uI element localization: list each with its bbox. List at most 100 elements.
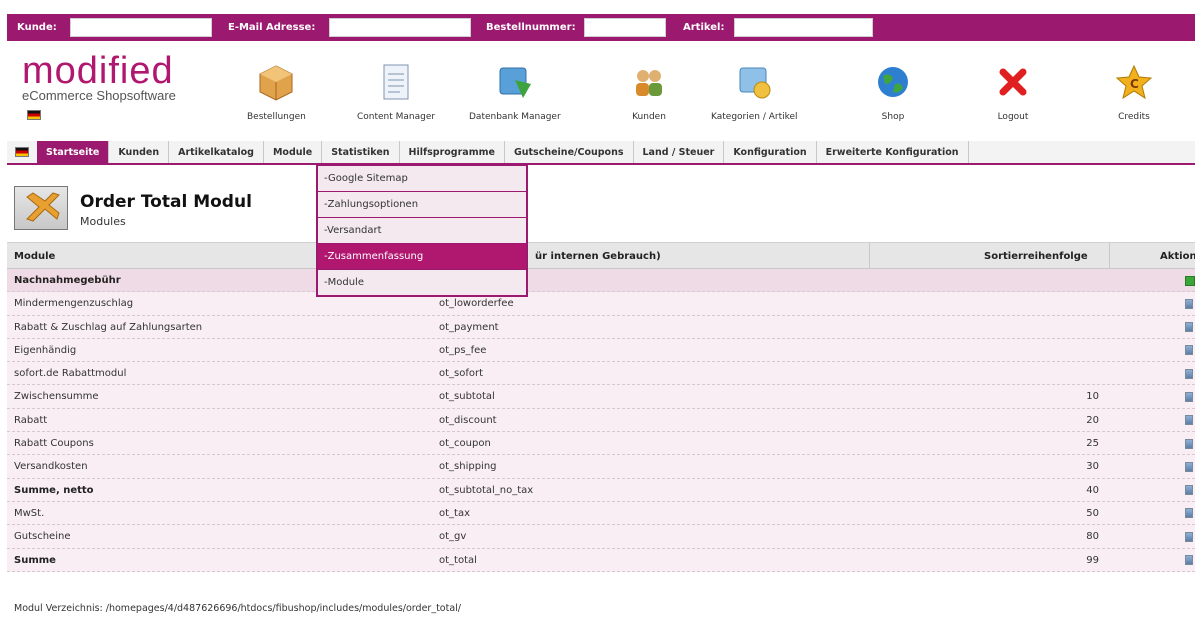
header-item-categories[interactable]: Kategorien / Artikel (711, 60, 798, 122)
email-search-input[interactable] (329, 18, 471, 37)
star-icon: C (1112, 60, 1156, 104)
german-flag-icon[interactable] (27, 110, 41, 120)
module-dropdown-menu: -Google Sitemap -Zahlungsoptionen -Versa… (316, 165, 528, 297)
module-title: Versandkosten (14, 461, 88, 473)
module-sort-order: 40 (1086, 484, 1099, 496)
header-item-database-manager[interactable]: Datenbank Manager (469, 60, 561, 122)
module-title: Rabatt Coupons (14, 438, 94, 450)
module-title: Nachnahmegebühr (14, 275, 121, 286)
edit-icon[interactable] (1185, 455, 1195, 478)
menu-item-payment-options[interactable]: -Zahlungsoptionen (317, 191, 527, 218)
table-row[interactable]: Versandkosten ot_shipping 30 (7, 455, 1195, 479)
table-row[interactable]: Zwischensumme ot_subtotal 10 (7, 385, 1195, 409)
menu-item-modules[interactable]: -Module (317, 269, 527, 296)
column-header-module[interactable]: Module (14, 243, 55, 269)
module-title: Summe (14, 554, 56, 566)
module-code: ot_ps_fee (439, 344, 487, 356)
header-item-label: Content Manager (357, 112, 436, 122)
email-label: E-Mail Adresse: (228, 22, 316, 33)
module-sort-order (1057, 316, 1099, 339)
edit-icon[interactable] (1185, 385, 1195, 408)
module-title: Zwischensumme (14, 391, 99, 403)
module-code: ot_sofort (439, 368, 484, 380)
nav-item-statistiken[interactable]: Statistiken (322, 141, 400, 163)
module-sort-order (1057, 339, 1099, 362)
table-header: Module ür internen Gebrauch) Sortierreih… (7, 242, 1195, 269)
table-row[interactable]: Eigenhändig ot_ps_fee (7, 338, 1195, 363)
edit-icon[interactable] (1185, 409, 1195, 432)
nav-item-module[interactable]: Module (264, 141, 323, 163)
logo[interactable]: modified eCommerce Shopsoftware (22, 52, 176, 120)
column-divider (1109, 243, 1110, 269)
edit-icon[interactable] (1185, 479, 1195, 502)
close-icon (991, 60, 1035, 104)
header-item-label: Kunden (632, 112, 666, 122)
header-item-credits[interactable]: C Credits (1112, 60, 1156, 122)
edit-icon[interactable] (1185, 525, 1195, 548)
table-row[interactable]: Rabatt Coupons ot_coupon 25 (7, 432, 1195, 456)
module-sort-order (1057, 292, 1099, 315)
table-row[interactable]: sofort.de Rabattmodul ot_sofort (7, 362, 1195, 386)
table-row[interactable]: Mindermengenzuschlag ot_loworderfee (7, 292, 1195, 316)
nav-item-artikelkatalog[interactable]: Artikelkatalog (169, 141, 264, 163)
nav-item-startseite[interactable]: Startseite (37, 141, 110, 163)
menu-item-order-total[interactable]: -Zusammenfassung (317, 243, 527, 270)
document-icon (374, 60, 418, 104)
edit-icon[interactable] (1185, 432, 1195, 455)
module-title: Mindermengenzuschlag (14, 298, 134, 310)
customer-label: Kunde: (17, 22, 57, 33)
column-header-code[interactable]: ür internen Gebrauch) (535, 243, 661, 269)
edit-icon[interactable] (1185, 362, 1195, 385)
nav-item-land-steuer[interactable]: Land / Steuer (634, 141, 725, 163)
nav-item-hilfsprogramme[interactable]: Hilfsprogramme (400, 141, 505, 163)
menu-item-google-sitemap[interactable]: -Google Sitemap (317, 165, 527, 192)
table-row[interactable]: Gutscheine ot_gv 80 (7, 525, 1195, 549)
module-code: ot_tax (439, 507, 471, 519)
install-icon[interactable] (1185, 269, 1195, 292)
module-code: ot_coupon (439, 438, 491, 450)
table-row[interactable]: Rabatt ot_discount 20 (7, 408, 1195, 433)
module-sort-order: 10 (1086, 391, 1099, 403)
header-item-shop[interactable]: Shop (871, 60, 915, 122)
header-item-label: Credits (1118, 112, 1150, 122)
module-code: ot_payment (439, 321, 499, 333)
menu-item-shipping[interactable]: -Versandart (317, 217, 527, 244)
logo-tagline: eCommerce Shopsoftware (22, 88, 176, 103)
modules-puzzle-icon (14, 186, 68, 230)
nav-item-erweiterte-konfiguration[interactable]: Erweiterte Konfiguration (817, 141, 969, 163)
column-header-sort[interactable]: Sortierreihenfolge (984, 243, 1088, 269)
edit-icon[interactable] (1185, 549, 1195, 572)
nav-flag[interactable] (7, 141, 37, 163)
module-code: ot_gv (439, 531, 467, 543)
module-title: Rabatt (14, 414, 48, 426)
table-row[interactable]: Nachnahmegebühr (7, 269, 1195, 293)
module-code: ot_discount (439, 414, 497, 426)
table-row[interactable]: Rabatt & Zuschlag auf Zahlungsarten ot_p… (7, 315, 1195, 339)
column-divider (869, 243, 870, 269)
table-row[interactable]: MwSt. ot_tax 50 (7, 501, 1195, 526)
header-item-label: Bestellungen (247, 112, 306, 122)
header-item-customers[interactable]: Kunden (627, 60, 671, 122)
header-item-content-manager[interactable]: Content Manager (357, 60, 435, 122)
module-sort-order: 99 (1086, 554, 1099, 566)
nav-item-konfiguration[interactable]: Konfiguration (724, 141, 817, 163)
order-number-input[interactable] (584, 18, 666, 37)
page-subtitle: Modules (80, 215, 126, 228)
edit-icon[interactable] (1185, 316, 1195, 339)
article-search-input[interactable] (734, 18, 873, 37)
module-sort-order: 25 (1086, 438, 1099, 450)
header-item-logout[interactable]: Logout (991, 60, 1035, 122)
edit-icon[interactable] (1185, 339, 1195, 362)
nav-item-kunden[interactable]: Kunden (109, 141, 170, 163)
categories-icon (732, 60, 776, 104)
edit-icon[interactable] (1185, 502, 1195, 525)
nav-item-gutscheine[interactable]: Gutscheine/Coupons (505, 141, 634, 163)
table-row[interactable]: Summe ot_total 99 (7, 548, 1195, 572)
header-item-label: Logout (997, 112, 1029, 122)
table-row[interactable]: Summe, netto ot_subtotal_no_tax 40 (7, 478, 1195, 502)
header-item-label: Kategorien / Artikel (711, 112, 798, 122)
edit-icon[interactable] (1185, 292, 1195, 315)
customer-search-input[interactable] (70, 18, 212, 37)
module-title: Eigenhändig (14, 344, 77, 356)
header-item-orders[interactable]: Bestellungen (247, 60, 306, 122)
